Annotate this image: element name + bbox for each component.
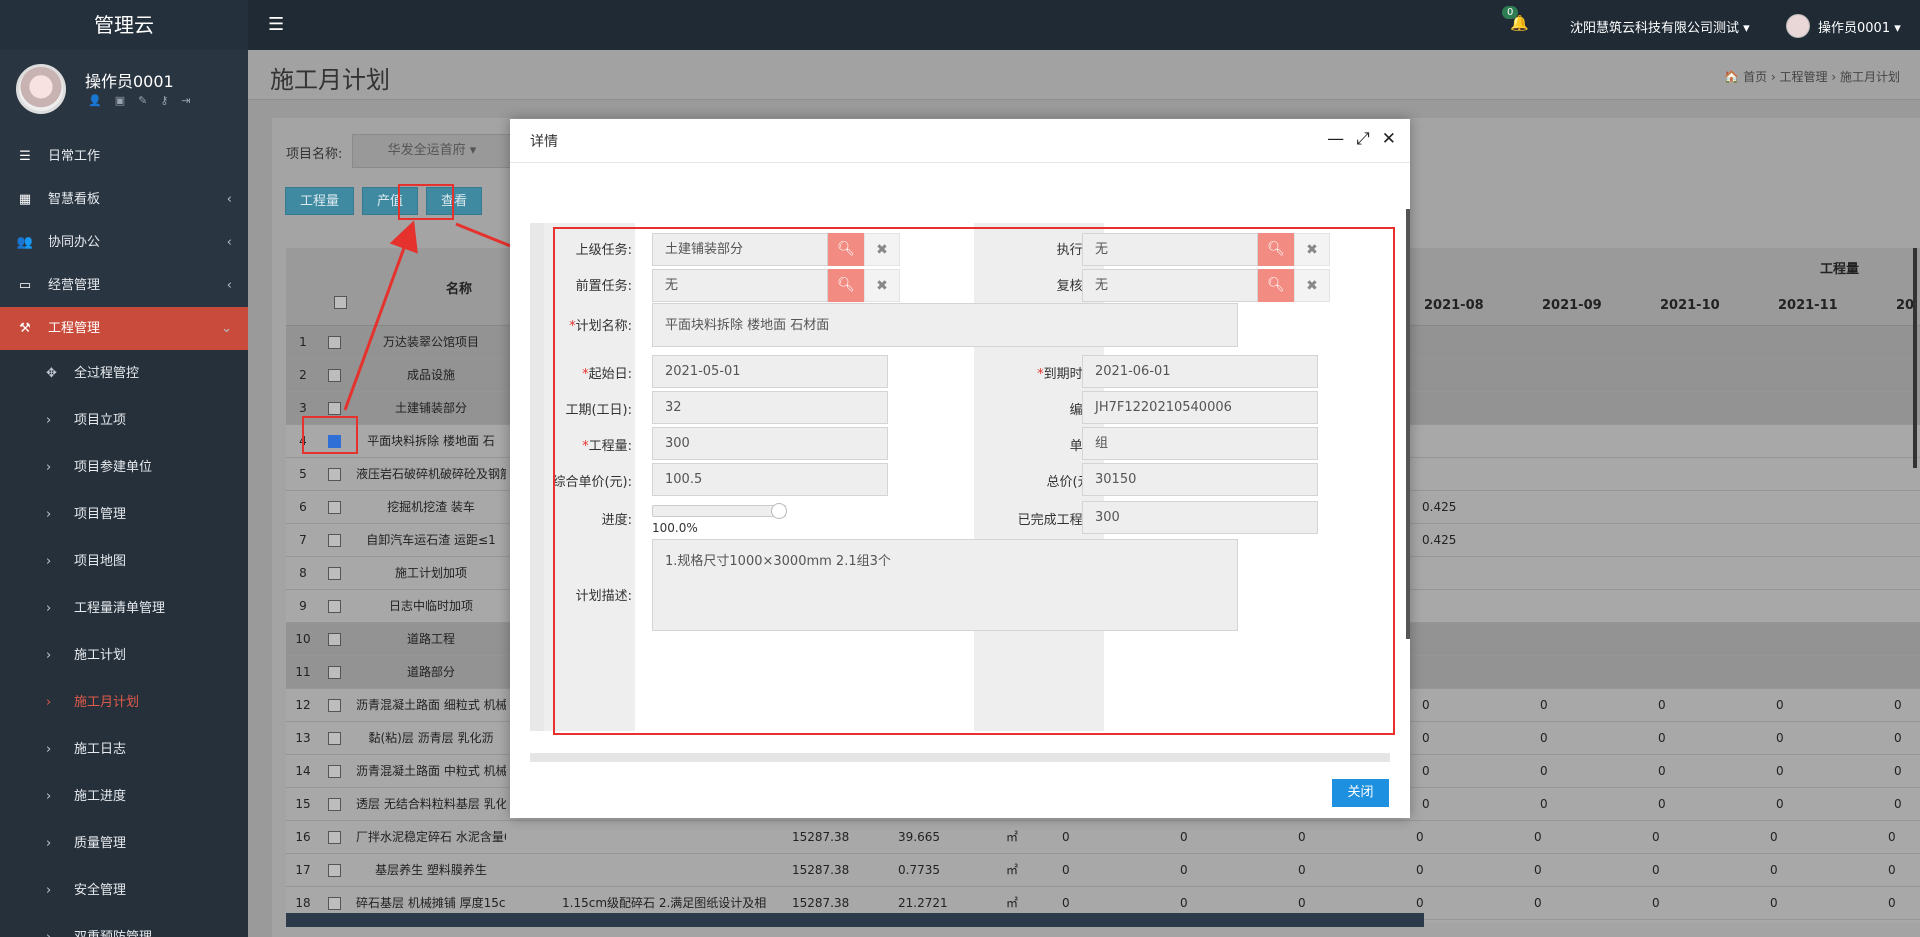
maximize-icon[interactable]: ⤢ bbox=[1356, 129, 1370, 149]
form-horizontal-scrollbar[interactable] bbox=[530, 753, 1390, 762]
dialog-title: 详情 bbox=[530, 134, 558, 150]
dialog-scrollbar[interactable] bbox=[1406, 209, 1410, 639]
dialog-header: 详情 — ⤢ ✕ bbox=[510, 119, 1410, 163]
close-icon[interactable]: ✕ bbox=[1382, 129, 1396, 149]
close-button[interactable]: 关闭 bbox=[1332, 779, 1389, 807]
minimize-icon[interactable]: — bbox=[1327, 129, 1344, 149]
annotation-box-detail bbox=[553, 227, 1395, 735]
arrow-checkbox-to-view bbox=[343, 220, 418, 411]
